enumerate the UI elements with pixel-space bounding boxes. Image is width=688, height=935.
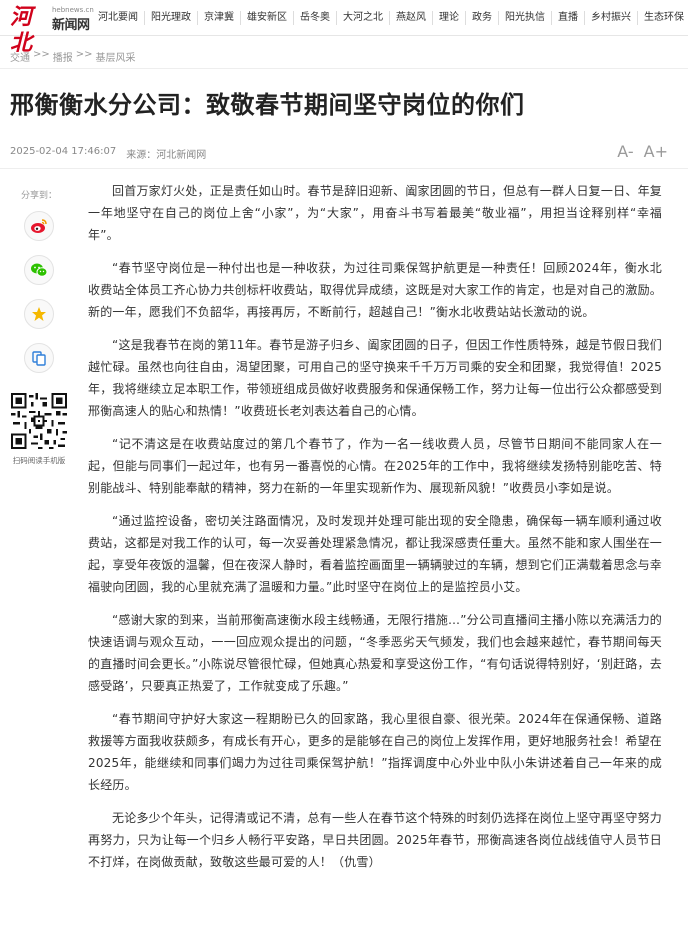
favorite-icon: [32, 307, 46, 321]
weibo-icon: [31, 219, 47, 233]
nav-item[interactable]: 直播: [551, 11, 584, 25]
breadcrumb-link[interactable]: 播报: [53, 49, 73, 64]
nav-item[interactable]: 乡村振兴: [584, 11, 637, 25]
article-source: 来源：河北新闻网: [126, 150, 207, 161]
nav-item[interactable]: 阳光执信: [498, 11, 551, 25]
font-smaller-button[interactable]: A-: [617, 142, 633, 161]
font-larger-button[interactable]: A+: [644, 142, 668, 161]
nav-item[interactable]: 政务: [465, 11, 498, 25]
breadcrumb-link[interactable]: 基层风采: [96, 49, 136, 64]
divider: [0, 68, 688, 69]
nav-item[interactable]: 燕赵风: [389, 11, 432, 25]
share-panel: 分享到： 扫码阅读手机版: [8, 188, 70, 466]
article-paragraph: “记不清这是在收费站度过的第几个春节了，作为一名一线收费人员，尽管节日期间不能同…: [88, 437, 662, 495]
article-paragraph: 回首万家灯火处，正是责任如山时。春节是辞旧迎新、阖家团圆的节日，但总有一群人日复…: [88, 184, 662, 242]
wechat-icon: [31, 263, 48, 277]
font-size-controls: A- A+: [617, 142, 668, 161]
nav-item[interactable]: 岳冬奥: [293, 11, 336, 25]
article-body: 回首万家灯火处，正是责任如山时。春节是辞旧迎新、阖家团圆的节日，但总有一群人日复…: [88, 180, 662, 884]
article-paragraph: 无论多少个年头，记得清或记不清，总有一些人在春节这个特殊的时刻仍选择在岗位上坚守…: [88, 811, 662, 869]
qr-label: 扫码阅读手机版: [12, 456, 66, 465]
nav-item[interactable]: 生态环保: [637, 11, 688, 25]
qr-code-image: [11, 393, 67, 449]
divider: [0, 168, 688, 169]
logo-domain: hebnews.cn: [52, 6, 94, 14]
share-favorite-button[interactable]: [24, 299, 54, 329]
article-paragraph: “感谢大家的到来，当前邢衡高速衡水段主线畅通，无限行措施…”分公司直播间主播小陈…: [88, 613, 662, 693]
top-navigation: 河北 hebnews.cn 新闻网 河北要闻 阳光理政 京津冀 雄安新区 岳冬奥…: [0, 0, 688, 56]
nav-item[interactable]: 阳光理政: [144, 11, 197, 25]
nav-item[interactable]: 理论: [432, 11, 465, 25]
share-label: 分享到：: [20, 191, 57, 201]
article-paragraph: “通过监控设备，密切关注路面情况，及时发现并处理可能出现的安全隐患，确保每一辆车…: [88, 514, 662, 594]
breadcrumb-separator: >>: [75, 49, 93, 60]
breadcrumb: 交通 >> 播报 >> 基层风采: [10, 49, 136, 64]
site-logo[interactable]: 河北 hebnews.cn 新闻网: [10, 4, 94, 56]
share-wechat-button[interactable]: [24, 255, 54, 285]
copy-icon: [32, 351, 46, 366]
main-nav: 河北要闻 阳光理政 京津冀 雄安新区 岳冬奥 大河之北 燕赵风 理论 政务 阳光…: [92, 0, 688, 36]
article-paragraph: “春节期间守护好大家这一程期盼已久的回家路，我心里很自豪、很光荣。2024年在保…: [88, 712, 662, 792]
logo-name: 新闻网: [52, 18, 90, 33]
article-paragraph: “这是我春节在岗的第11年。春节是游子归乡、阖家团圆的日子，但因工作性质特殊，越…: [88, 338, 662, 418]
article-paragraph: “春节坚守岗位是一种付出也是一种收获，为过往司乘保驾护航更是一种责任！回顾202…: [88, 261, 662, 319]
share-copy-button[interactable]: [24, 343, 54, 373]
nav-item[interactable]: 大河之北: [336, 11, 389, 25]
share-weibo-button[interactable]: [24, 211, 54, 241]
logo-mark: 河北: [10, 4, 50, 56]
nav-item[interactable]: 京津冀: [197, 11, 240, 25]
breadcrumb-separator: >>: [33, 49, 50, 60]
breadcrumb-link[interactable]: 交通: [10, 49, 30, 64]
nav-item[interactable]: 雄安新区: [240, 11, 293, 25]
publish-date: 2025-02-04 17:46:07: [10, 146, 117, 157]
nav-item[interactable]: 河北要闻: [92, 11, 144, 25]
article-meta: 2025-02-04 17:46:07 来源：河北新闻网: [10, 146, 206, 161]
article-title: 邢衡衡水分公司：致敬春节期间坚守岗位的你们: [10, 91, 525, 119]
